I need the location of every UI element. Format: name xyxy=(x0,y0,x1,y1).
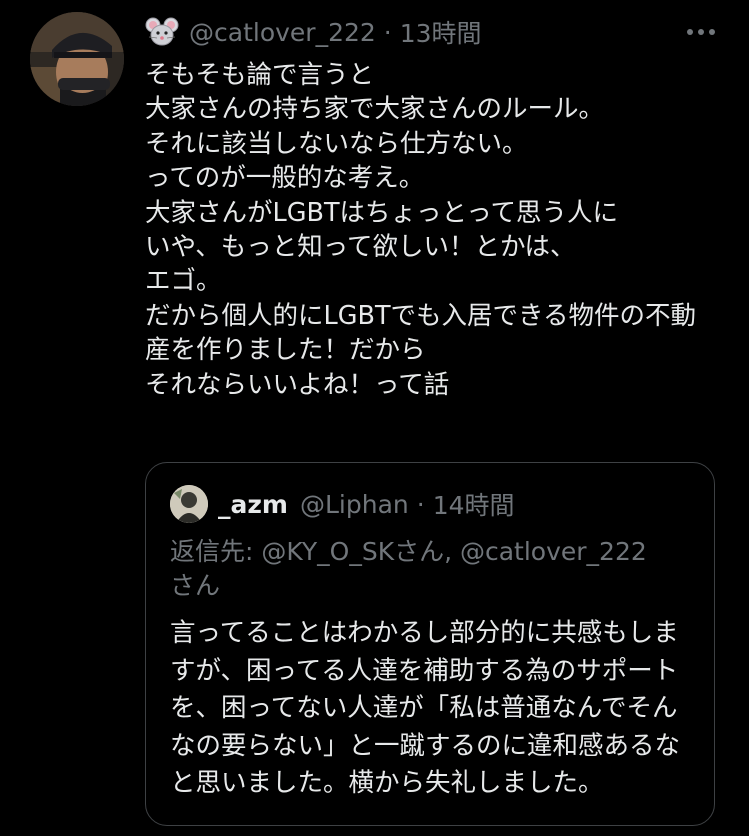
author-avatar[interactable] xyxy=(30,12,124,106)
quoted-body-line: と思いました。横から失礼しました。 xyxy=(170,768,604,798)
quoted-author-handle: @Liphan xyxy=(299,489,409,519)
quoted-header-separator: · xyxy=(416,489,425,519)
quoted-author-name: _azm xyxy=(218,489,288,519)
tweet-body-line: 大家さんの持ち家で大家さんのルール。 xyxy=(145,94,605,125)
reply-to-line: さん xyxy=(170,571,221,600)
quoted-body-line: 言ってることはわかるし部分的に共感もしま xyxy=(170,618,679,648)
quoted-body-line: を、困ってない人達が「私は普通なんでそん xyxy=(170,693,678,723)
quoted-tweet[interactable]: _azm @Liphan · 14時間 返信先: @KY_O_SKさん, @ca… xyxy=(145,462,715,826)
quoted-author-avatar xyxy=(170,485,208,523)
tweet-body-line: ってのが一般的な考え。 xyxy=(145,163,425,194)
tweet-body-line: それに該当しないなら仕方ない。 xyxy=(145,128,528,159)
reply-to: 返信先: @KY_O_SKさん, @catlover_222 さん xyxy=(170,535,700,603)
author-handle[interactable]: @catlover_222 xyxy=(189,18,376,47)
mouse-face-icon xyxy=(145,17,179,47)
quoted-tweet-body: 言ってることはわかるし部分的に共感もしま すが、困ってる人達を補助する為のサポー… xyxy=(170,615,710,803)
tweet-body-line: エゴ。 xyxy=(145,266,222,297)
quoted-tweet-header: _azm @Liphan · 14時間 xyxy=(218,485,515,523)
tweet-body-line: いや、もっと知って欲しい！とかは、 xyxy=(145,232,576,263)
quoted-body-line: すが、困ってる人達を補助する為のサポート xyxy=(170,655,679,686)
tweet-timestamp[interactable]: 13時間 xyxy=(400,14,482,50)
more-options-icon[interactable] xyxy=(684,22,718,42)
quoted-body-line: なの要らない」と一蹴するのに違和感あるな xyxy=(170,730,681,761)
quoted-timestamp: 14時間 xyxy=(432,491,515,520)
tweet-body: そもそも論で言うと 大家さんの持ち家で大家さんのルール。 それに該当しないなら仕… xyxy=(145,58,735,402)
tweet-header: @catlover_222 · 13時間 xyxy=(145,14,482,50)
tweet-body-line: そもそも論で言うと xyxy=(145,60,374,90)
tweet-body-line: それならいいよね！って話 xyxy=(145,369,450,400)
tweet[interactable]: @catlover_222 · 13時間 そもそも論で言うと 大家さんの持ち家で… xyxy=(0,0,749,836)
header-separator: · xyxy=(383,17,392,47)
tweet-body-line: 産を作りました！だから xyxy=(145,335,426,366)
reply-to-line: 返信先: @KY_O_SKさん, @catlover_222 xyxy=(170,537,647,566)
tweet-body-line: だから個人的にLGBTでも入居できる物件の不動 xyxy=(145,300,697,331)
tweet-body-line: 大家さんがLGBTはちょっとって思う人に xyxy=(145,197,618,228)
